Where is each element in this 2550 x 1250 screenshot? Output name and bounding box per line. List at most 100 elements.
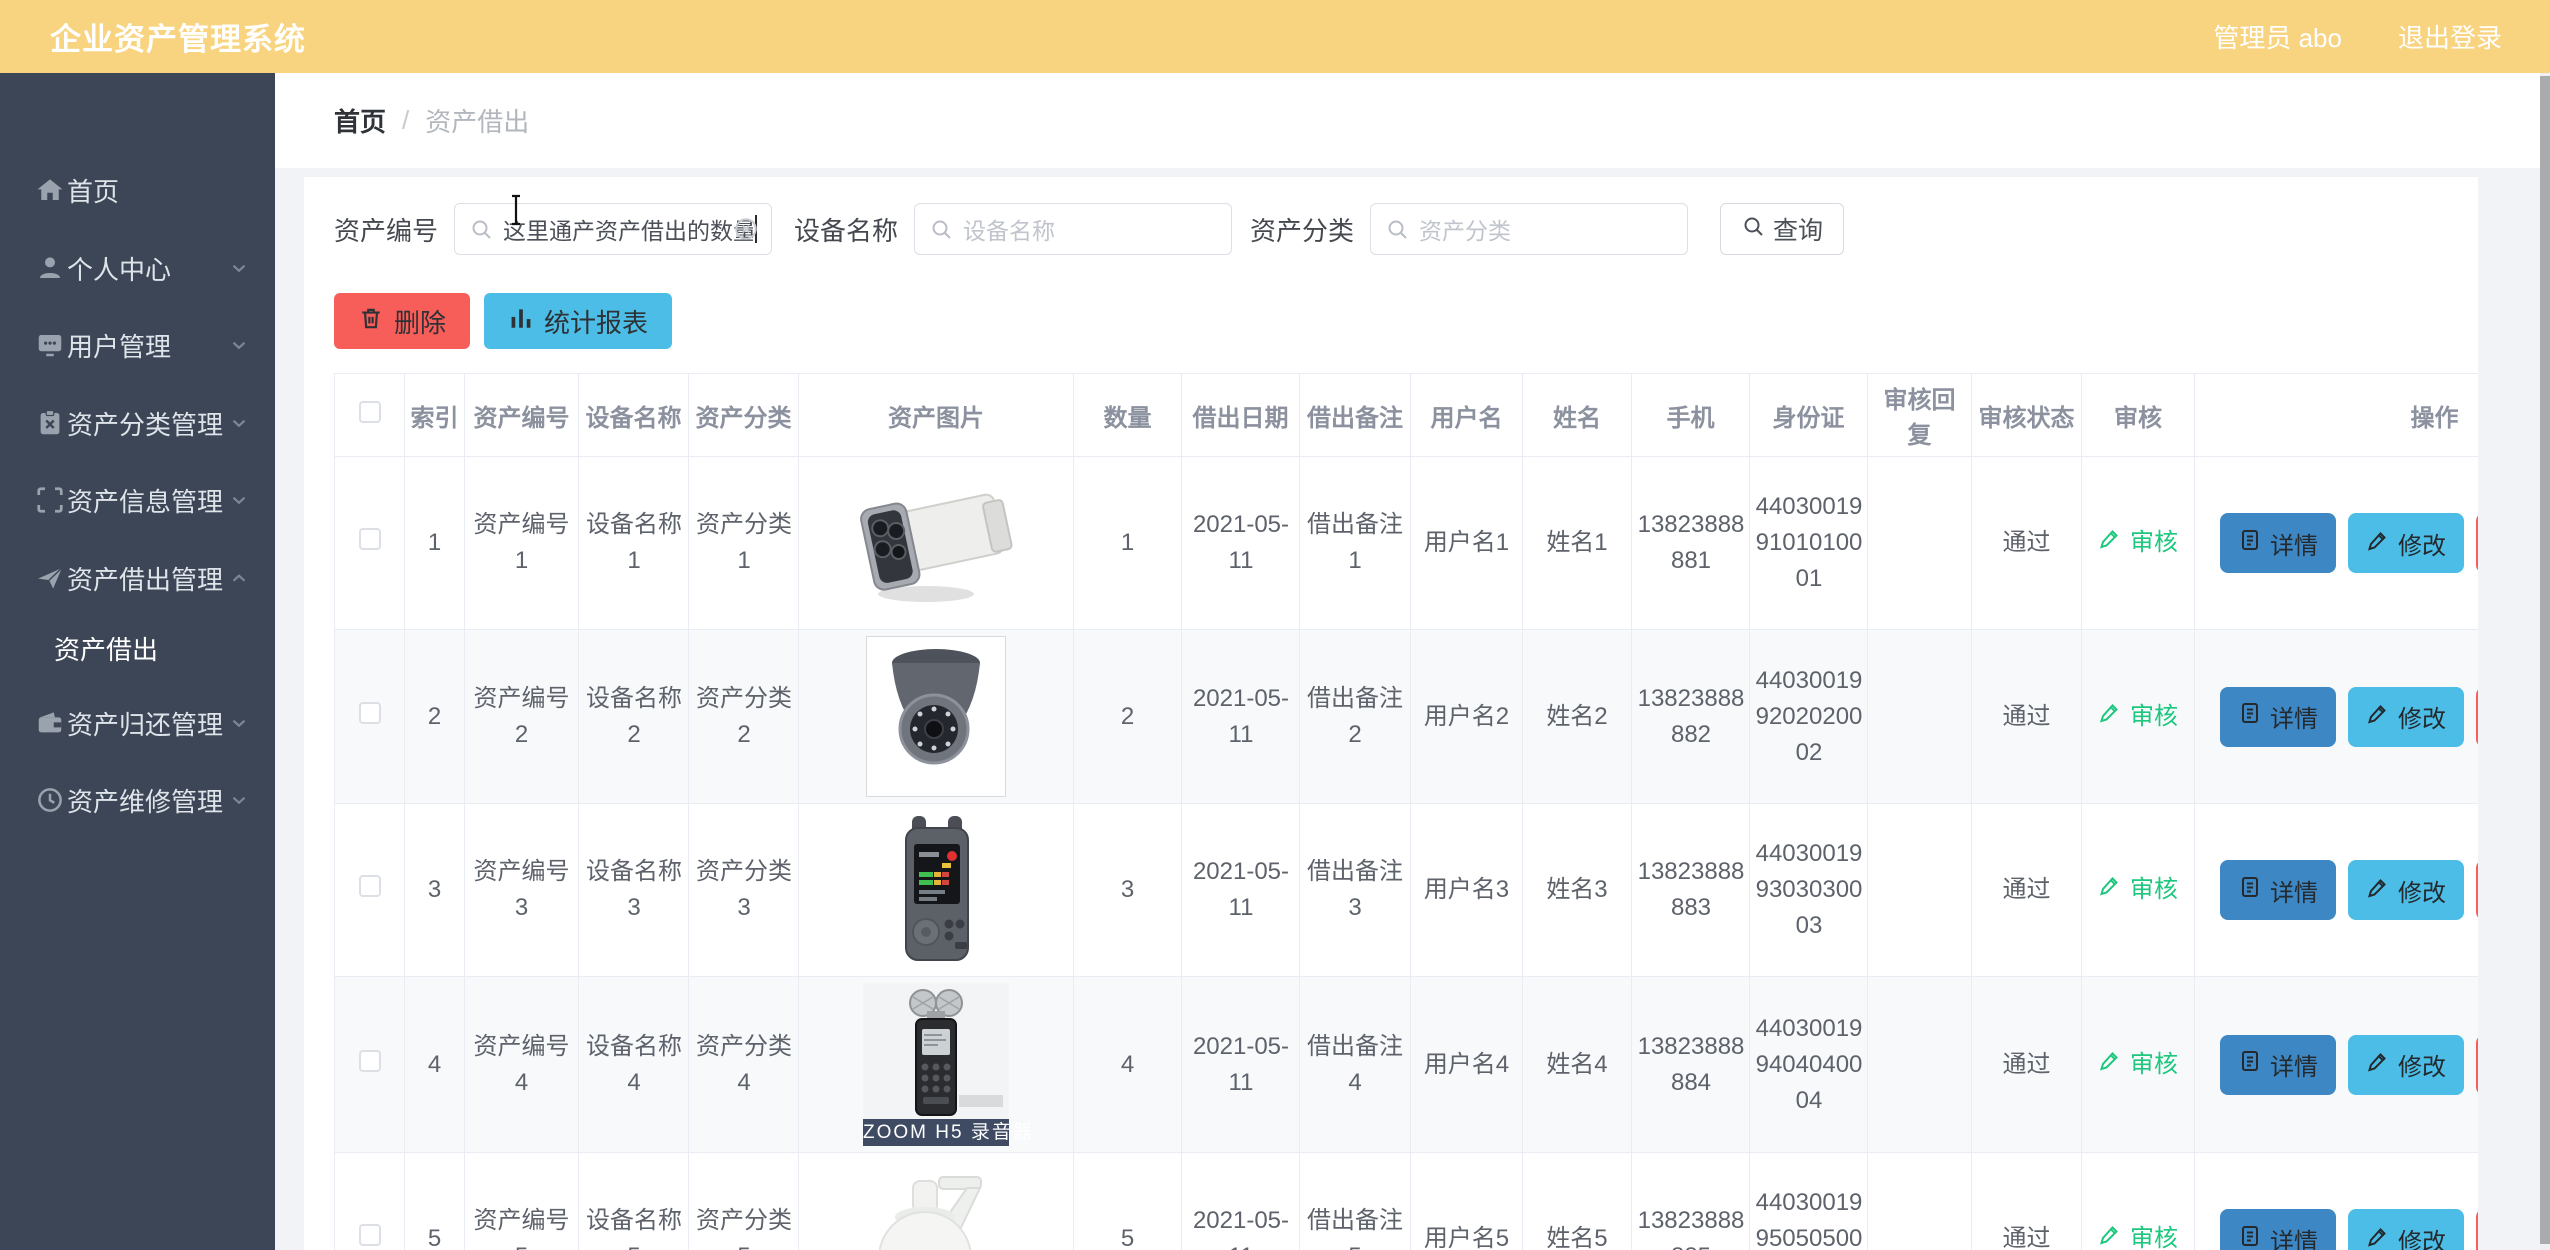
cell-image [798,1152,1074,1250]
table-row: 5资产编号5设备名称5资产分类552021-05-11借出备注5用户名5姓名51… [334,1152,2478,1250]
query-button[interactable]: 查询 [1720,203,1845,255]
breadcrumb-home[interactable]: 首页 [334,102,386,139]
sidebar-subitem-资产借出[interactable]: 资产借出 [0,609,275,687]
detail-button[interactable]: 详情 [2220,1034,2336,1095]
cell-audit[interactable]: 审核 [2081,976,2195,1153]
pencil-icon [2366,701,2390,732]
cell-device-name: 设备名称5 [578,1152,689,1250]
edit-button[interactable]: 修改 [2348,513,2464,573]
sidebar-item-1[interactable]: 首页 [0,151,275,229]
cell-audit[interactable]: 审核 [2081,1152,2195,1250]
sidebar-item-6[interactable]: 资产借出管理 [0,539,275,617]
sidebar-item-4[interactable]: 资产分类管理 [0,384,275,462]
cell-audit-status: 通过 [1971,976,2082,1153]
cell-phone: 13823888881 [1631,456,1750,630]
delete-row-button[interactable]: 删除 [2476,513,2478,573]
row-checkbox[interactable] [358,528,381,550]
sidebar-item-3[interactable]: 用户管理 [0,306,275,384]
table-wrap: 索引 资产编号 设备名称 资产分类 资产图片 数量 借出日期 借出备注 用户名 姓名 手机 身份证 审核… [334,373,2478,1250]
table-row: 1 资产编号1 设备名称1 资产分类1 1 2021-05-11 借出备注1 用户名1 姓名1 1… [334,456,2478,630]
user-icon [34,252,66,284]
cell-audit-reply [1867,456,1972,630]
asset-image-dome-camera [804,636,1068,797]
breadcrumb-separator: / [402,105,410,135]
cell-lend-date: 2021-05-11 [1181,803,1300,977]
detail-button[interactable]: 详情 [2220,860,2336,920]
row-checkbox[interactable] [358,1049,381,1072]
chevron-down-icon [228,412,250,434]
audit-link[interactable]: 审核 [2098,699,2178,735]
delete-row-button[interactable]: 删除 [2476,860,2478,920]
pencil-icon [2098,1047,2122,1083]
app-header: 企业资产管理系统 管理员 abo 退出登录 [0,0,2550,73]
cell-id-card: 440300199303030003 [1749,803,1868,977]
detail-button[interactable]: 详情 [2220,686,2336,747]
cell-checkbox [334,456,405,630]
audit-link[interactable]: 审核 [2098,525,2178,561]
column-header: 审核状态 [1971,373,2082,457]
sidebar-item-2[interactable]: 个人中心 [0,229,275,307]
sidebar-item-label: 资产归还管理 [67,709,224,740]
device-name-label: 设备名称 [794,215,899,246]
sidebar-item-5[interactable]: 资产信息管理 [0,461,275,539]
cell-index: 5 [404,1152,465,1250]
sidebar-item-7[interactable]: 资产归还管理 [0,684,275,762]
audit-link[interactable]: 审核 [2098,1047,2178,1083]
column-header: 借出备注 [1299,373,1411,457]
cell-username: 用户名1 [1410,456,1523,630]
audit-link[interactable]: 审核 [2098,1221,2178,1250]
cell-quantity: 1 [1073,456,1182,630]
device-name-input[interactable]: 设备名称 [914,203,1233,255]
delete-row-button[interactable]: 删除 [2476,1034,2478,1095]
cell-actions: 详情修改删除 [2194,1152,2478,1250]
audit-link[interactable]: 审核 [2098,872,2178,908]
cell-checkbox [334,1152,405,1250]
edit-button[interactable]: 修改 [2348,686,2464,747]
delete-button[interactable]: 删除 [334,293,471,349]
scrollbar-thumb[interactable] [2540,76,2550,1244]
delete-row-button[interactable]: 删除 [2476,686,2478,747]
column-header: 设备名称 [578,373,689,457]
cell-lend-date: 2021-05-11 [1181,976,1300,1153]
lend-table: 索引 资产编号 设备名称 资产分类 资产图片 数量 借出日期 借出备注 用户名 姓名 手机 身份证 审核… [334,373,2478,1250]
search-icon [469,217,493,241]
category-input[interactable]: 资产分类 [1370,203,1689,255]
row-checkbox[interactable] [358,1224,381,1246]
edit-button[interactable]: 修改 [2348,1209,2464,1250]
cell-quantity: 3 [1073,803,1182,977]
page-scrollbar[interactable] [2540,73,2550,1250]
cell-lend-remark: 借出备注4 [1299,976,1411,1153]
cell-audit-reply [1867,629,1972,804]
cell-lend-date: 2021-05-11 [1181,629,1300,804]
cell-audit-status: 通过 [1971,629,2082,804]
select-all-checkbox[interactable] [358,400,381,423]
row-checkbox[interactable] [358,875,381,897]
asset-no-input[interactable]: 这里通产资产借出的数量 [454,203,773,255]
table-row: 3 资产编号3 设备名称3 资产分类3 3 2021-05-11 借出备注3 用户名3 姓名3 1… [334,803,2478,977]
detail-button[interactable]: 详情 [2220,1209,2336,1250]
cell-audit[interactable]: 审核 [2081,629,2195,804]
cell-asset-no: 资产编号1 [464,456,579,630]
cell-device-name: 设备名称4 [578,976,689,1153]
monitor-icon [34,329,66,361]
row-checkbox[interactable] [358,701,381,724]
sidebar-item-8[interactable]: 资产维修管理 [0,761,275,839]
detail-button[interactable]: 详情 [2220,513,2336,573]
edit-button[interactable]: 修改 [2348,1034,2464,1095]
cell-audit[interactable]: 审核 [2081,803,2195,977]
chevron-down-icon [228,334,250,356]
delete-row-button[interactable]: 删除 [2476,1209,2478,1250]
pencil-icon [2098,1221,2122,1250]
current-user[interactable]: 管理员 abo [2213,18,2342,55]
cell-audit[interactable]: 审核 [2081,456,2195,630]
asset-image-voice-recorder [804,814,1068,966]
cell-phone: 13823888883 [1631,803,1750,977]
cell-index: 3 [404,803,465,977]
report-button[interactable]: 统计报表 [484,293,673,349]
clear-icon[interactable] [733,216,759,242]
logout-link[interactable]: 退出登录 [2398,18,2502,55]
scan-icon [34,484,66,516]
edit-button[interactable]: 修改 [2348,860,2464,920]
header-checkbox-cell [334,373,405,457]
cell-image [798,629,1074,804]
